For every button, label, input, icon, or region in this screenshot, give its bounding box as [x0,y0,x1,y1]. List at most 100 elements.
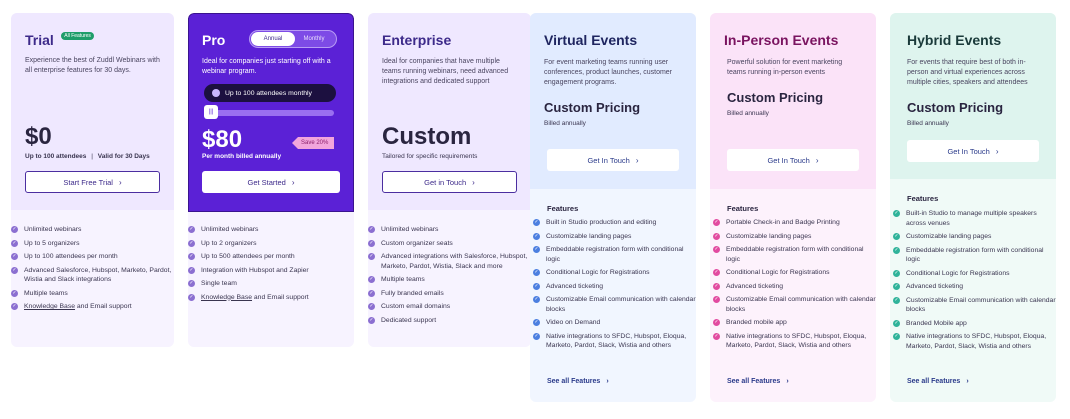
billing-toggle[interactable]: Annual Monthly [249,30,337,48]
chevron-right-icon: › [995,146,999,156]
check-circle-icon: ✓ [11,239,18,247]
features-heading: Features [727,204,759,213]
save-badge: Save 20% [292,137,335,149]
chevron-right-icon: › [966,378,969,385]
see-all-features-link[interactable]: See all Features › [907,378,969,385]
get-in-touch-button[interactable]: Get In Touch › [727,149,859,171]
list-item: ✓ Customizable landing pages [533,232,632,240]
chevron-right-icon: › [635,155,639,165]
list-item: ✓ Dedicated support [368,316,437,324]
plan-title: Trial [25,32,54,48]
attendees-slider[interactable]: ||| [204,105,334,119]
feature-list: ✓ Portable Check-in and Badge Printing ✓ C… [713,218,876,355]
plan-price: Custom [382,123,472,150]
check-circle-icon: ✓ [893,319,900,327]
list-item: ✓ Portable Check-in and Badge Printing [713,219,840,226]
check-circle-icon: ✓ [188,293,195,301]
check-circle-icon: ✓ [11,253,18,260]
chevron-right-icon: › [815,155,819,165]
check-circle-icon: ✓ [533,246,540,253]
check-circle-icon: ✓ [713,232,720,240]
plan-title: Hybrid Events [907,32,1002,48]
plan-description: Ideal for companies that have multiple t… [382,58,509,85]
see-all-features-link[interactable]: See all Features › [727,378,789,385]
get-in-touch-button[interactable]: Get in Touch › [382,171,517,193]
plan-description: Powerful solution for event marketing te… [727,59,843,76]
check-circle-icon: ✓ [533,219,540,226]
get-in-touch-button[interactable]: Get In Touch › [547,149,679,171]
plan-title: Pro [202,32,226,48]
see-all-features-link[interactable]: See all Features › [547,378,609,385]
check-circle-icon: ✓ [893,283,900,290]
billing-note: Billed annually [907,120,949,127]
chevron-right-icon: › [118,177,122,187]
check-circle-icon: ✓ [11,289,18,297]
check-circle-icon: ✓ [188,280,195,287]
check-circle-icon: ✓ [713,219,720,226]
chevron-right-icon: › [472,177,475,187]
feature-list: ✓ Built-in Studio to manage multiple spea… [893,209,1056,355]
chevron-right-icon: › [606,378,609,385]
button-label: Get Started [247,177,286,187]
plan-description: For events that require best of both in-… [907,59,1028,86]
check-circle-icon: ✓ [368,289,375,297]
list-item: ✓ Conditional Logic for Registrations [533,269,650,276]
knowledge-base-link[interactable]: Knowledge Base [24,303,75,310]
list-item: ✓ Advanced ticketing [713,282,784,290]
knowledge-base-link[interactable]: Knowledge Base [201,294,252,301]
check-circle-icon: ✓ [368,239,375,247]
list-item: ✓ Embeddable registration form with condi… [713,246,864,263]
button-label: Get in Touch [424,177,467,187]
check-circle-icon: ✓ [188,266,195,274]
button-label: Get In Touch [767,155,810,165]
plan-price: Custom Pricing [727,90,824,105]
price-note: Tailored for specific requirements [382,153,478,160]
start-free-trial-button[interactable]: Start Free Trial › [25,171,160,193]
list-item: ✓ Up to 500 attendees per month [188,253,295,260]
get-in-touch-button[interactable]: Get In Touch › [907,140,1039,162]
slider-handle[interactable]: ||| [204,105,218,119]
feature-list: ✓ Unlimited webinars ✓ Custom organizer se… [368,225,531,329]
enterprise-card: Enterprise Ideal for companies that have… [368,13,531,347]
list-item: ✓ Multiple teams [368,276,425,283]
list-item: ✓ Video on Demand [533,319,601,326]
check-circle-icon: ✓ [368,303,375,310]
plan-description: For event marketing teams running user c… [544,59,673,86]
attendees-select[interactable]: Up to 100 attendees monthly [204,84,336,102]
check-circle-icon: ✓ [533,332,540,340]
list-item: ✓ Custom organizer seats [368,239,453,247]
list-item: ✓ Customizable landing pages [893,233,992,240]
list-item: ✓ Integration with Hubspot and Zapier [188,266,309,274]
button-label: Get In Touch [587,155,630,165]
check-circle-icon: ✓ [893,269,900,277]
get-started-button[interactable]: Get Started › [202,171,340,193]
check-circle-icon: ✓ [11,266,18,274]
list-item: ✓ Custom email domains [368,303,451,310]
check-circle-icon: ✓ [533,269,540,276]
list-item: ✓ Advanced ticketing [533,282,604,290]
list-item: ✓ Advanced integrations with Salesforce, … [368,253,528,270]
toggle-monthly[interactable]: Monthly [294,32,334,46]
check-circle-icon: ✓ [533,319,540,326]
button-label: Start Free Trial [63,177,113,187]
plan-title: Virtual Events [544,32,638,48]
feature-list: ✓ Unlimited webinars ✓ Up to 5 organizers … [11,225,174,316]
list-item: ✓ Customizable landing pages [713,232,812,240]
check-circle-icon: ✓ [368,316,375,324]
validity: Valid for 30 Days [97,153,150,160]
check-circle-icon: ✓ [713,332,720,340]
list-item: ✓ Embeddable registration form with condi… [893,246,1044,263]
toggle-annual[interactable]: Annual [251,32,295,46]
plan-description: Ideal for companies just starting off wi… [202,58,331,75]
feature-list: ✓ Built in Studio production and editing … [533,218,696,355]
chevron-right-icon: › [786,378,789,385]
check-circle-icon: ✓ [188,239,195,247]
list-item: ✓ Advanced ticketing [893,283,964,290]
all-features-badge: All Features [61,32,94,40]
list-item: ✓ Built in Studio production and editing [533,219,657,226]
list-item: ✓ Unlimited webinars [368,226,439,233]
list-item: ✓ Knowledge Base and Email support [188,293,309,301]
list-item: ✓ Advanced Salesforce, Hubspot, Marketo, … [11,266,172,283]
list-item: ✓ Customizable Email communication with c… [893,296,1056,313]
check-circle-icon: ✓ [368,253,375,260]
